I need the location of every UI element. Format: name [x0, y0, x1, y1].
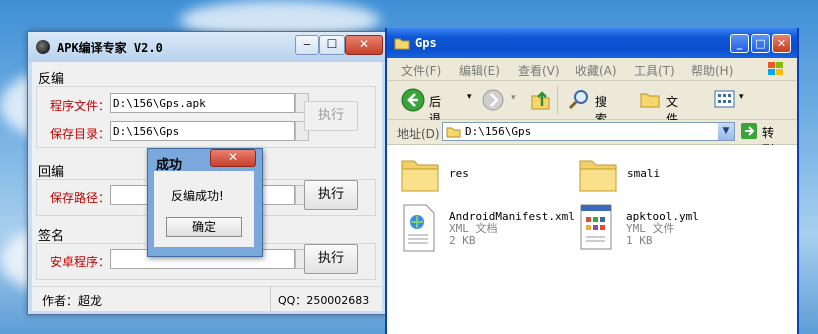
back-arrow-icon: [401, 88, 425, 112]
explorer-window: Gps _ □ ✕ 文件(F) 编辑(E) 查看(V) 收藏(A) 工具(T) …: [385, 28, 799, 334]
qq-text: QQ：250002683: [278, 294, 370, 307]
compile-section-title: 回编: [38, 165, 65, 180]
folder-icon: [446, 127, 461, 138]
explorer-title: Gps: [415, 36, 437, 50]
minimize-button[interactable]: ‒: [295, 35, 319, 55]
xml-document-icon: [403, 204, 435, 252]
close-icon: ✕: [227, 150, 239, 164]
forward-arrow-icon[interactable]: [482, 89, 506, 113]
sign-exec-button[interactable]: 执行: [304, 244, 358, 274]
address-label: 地址(D): [397, 127, 440, 141]
program-file-label: 程序文件：: [50, 99, 111, 113]
views-button[interactable]: ▾: [714, 88, 748, 112]
up-folder-icon[interactable]: [530, 88, 552, 112]
views-icon: [714, 90, 735, 108]
minimize-button[interactable]: _: [730, 34, 749, 53]
success-dialog: 成功 ✕ 反编成功! 确定: [147, 148, 263, 257]
sign-section-title: 签名: [38, 229, 65, 244]
file-item-smali[interactable]: smali: [578, 155, 660, 196]
file-size: 2 KB: [449, 234, 476, 247]
menu-help[interactable]: 帮助(H): [691, 62, 733, 79]
minimize-icon: _: [736, 37, 743, 50]
folder-icon: [401, 160, 439, 192]
explorer-title-bar[interactable]: Gps _ □ ✕: [387, 28, 797, 58]
folder-icon: [579, 160, 617, 192]
chevron-down-icon: ▾: [739, 92, 744, 102]
maximize-button[interactable]: □: [751, 34, 770, 53]
maximize-icon: □: [755, 37, 766, 50]
toolbar: 后退 ▾ ▾ 搜索 文件夹: [387, 81, 797, 143]
address-bar: 地址(D) D:\156\Gps ▼ 转到: [387, 120, 797, 157]
close-icon: ✕: [776, 37, 787, 50]
apk-window-title: APK编译专家 V2.0: [57, 41, 163, 55]
chevron-down-icon[interactable]: ▼: [718, 123, 734, 140]
maximize-button[interactable]: ☐: [319, 35, 345, 55]
save-path-label: 保存路径：: [50, 191, 111, 205]
chevron-down-icon: ▾: [511, 93, 516, 103]
back-button[interactable]: 后退 ▾: [401, 88, 472, 126]
menu-file[interactable]: 文件(F): [401, 62, 441, 79]
search-button[interactable]: 搜索: [567, 88, 607, 126]
address-value: D:\156\Gps: [465, 125, 532, 138]
file-item-apktool-yml[interactable]: apktool.yml YML 文件 1 KB: [578, 203, 699, 256]
dialog-close-button[interactable]: ✕: [210, 149, 256, 167]
go-button[interactable]: 转到: [741, 123, 774, 157]
close-icon: ✕: [358, 37, 370, 51]
file-name: smali: [627, 167, 661, 180]
folders-icon: [640, 93, 660, 108]
folder-icon: [394, 38, 410, 50]
search-icon: [568, 90, 588, 110]
go-arrow-icon: [741, 123, 757, 139]
ok-button[interactable]: 确定: [166, 217, 242, 237]
decompile-section-title: 反编: [38, 72, 65, 87]
menu-tools[interactable]: 工具(T): [634, 62, 675, 79]
maximize-icon: ☐: [326, 37, 338, 51]
toolbar-divider: [557, 85, 558, 115]
file-item-androidmanifest[interactable]: AndroidManifest.xml XML 文档 2 KB: [401, 203, 575, 256]
menu-favorites[interactable]: 收藏(A): [575, 62, 617, 79]
decompile-exec-button[interactable]: 执行: [304, 101, 358, 131]
menu-edit[interactable]: 编辑(E): [459, 62, 500, 79]
dialog-message: 反编成功!: [171, 189, 224, 203]
author-text: 作者：超龙: [42, 294, 103, 308]
file-item-res[interactable]: res: [400, 155, 469, 196]
close-button[interactable]: ✕: [345, 35, 383, 55]
folders-button[interactable]: 文件夹: [639, 88, 678, 143]
program-file-input[interactable]: D:\156\Gps.apk: [110, 93, 295, 113]
status-bar: 作者：超龙 QQ：250002683: [32, 286, 382, 311]
file-name: res: [449, 167, 469, 180]
apk-title-bar[interactable]: APK编译专家 V2.0 ‒ ☐ ✕: [28, 32, 387, 62]
save-dir-input[interactable]: D:\156\Gps: [110, 121, 295, 141]
menu-bar: 文件(F) 编辑(E) 查看(V) 收藏(A) 工具(T) 帮助(H): [387, 58, 797, 81]
compile-exec-button[interactable]: 执行: [304, 180, 358, 210]
yml-file-icon: [580, 204, 612, 250]
app-logo-icon: [36, 40, 50, 54]
minimize-icon: ‒: [303, 37, 311, 51]
windows-logo-icon: [768, 62, 783, 75]
file-size: 1 KB: [626, 234, 653, 247]
menu-view[interactable]: 查看(V): [518, 62, 560, 79]
save-dir-label: 保存目录：: [50, 127, 111, 141]
close-button[interactable]: ✕: [772, 34, 791, 53]
address-input[interactable]: D:\156\Gps ▼: [442, 122, 735, 141]
status-divider: [270, 287, 271, 311]
dialog-body: 反编成功! 确定: [154, 171, 254, 247]
chevron-down-icon: ▾: [467, 92, 472, 102]
file-pane: res smali AndroidManifest.xml XML 文档 2 K…: [387, 145, 797, 334]
android-app-label: 安卓程序：: [50, 255, 111, 269]
